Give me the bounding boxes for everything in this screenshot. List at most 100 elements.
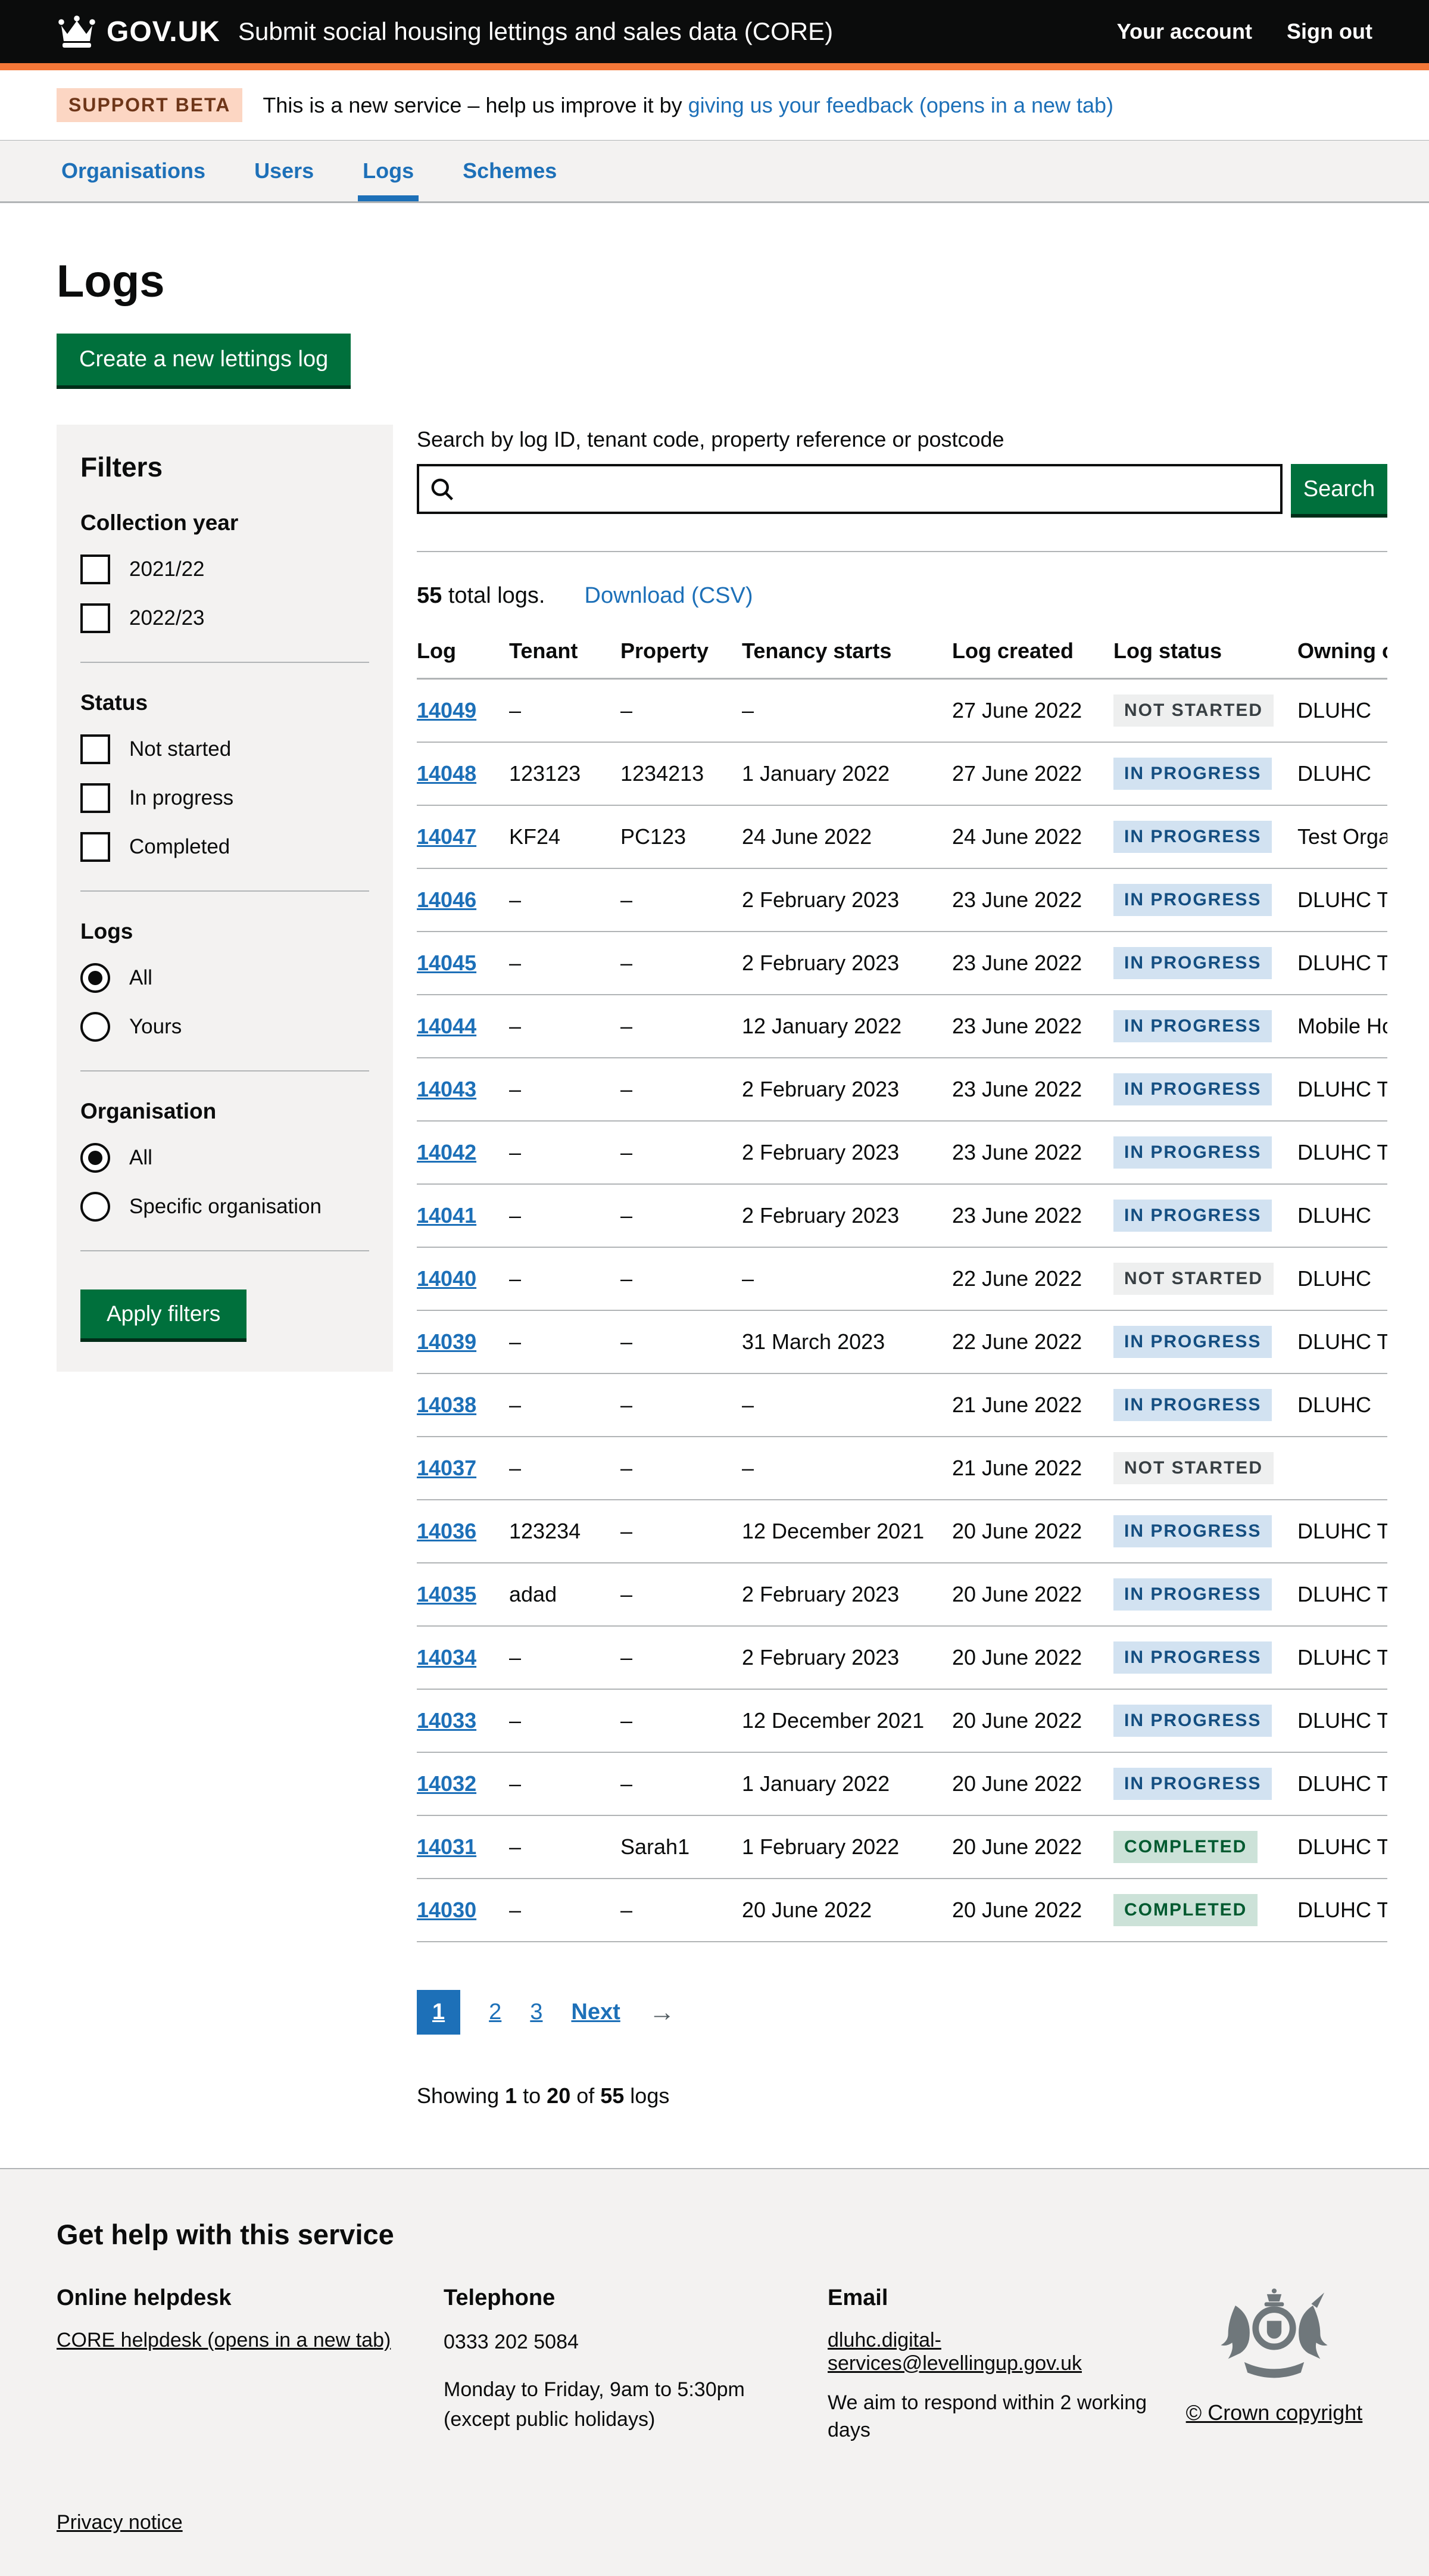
- your-account-link[interactable]: Your account: [1117, 19, 1252, 44]
- pagination-page-2[interactable]: 2: [489, 1999, 501, 2025]
- log-link[interactable]: 14034: [417, 1645, 476, 1669]
- cell-tenancy-starts: 1 January 2022: [742, 1752, 952, 1815]
- option-label: Yours: [129, 1015, 182, 1039]
- search-button[interactable]: Search: [1291, 464, 1387, 514]
- log-link[interactable]: 14036: [417, 1519, 476, 1543]
- create-lettings-log-button[interactable]: Create a new lettings log: [57, 334, 351, 385]
- cell-owning-org: DLUHC: [1297, 1184, 1387, 1247]
- cell-tenancy-starts: 31 March 2023: [742, 1310, 952, 1373]
- log-link[interactable]: 14044: [417, 1014, 476, 1038]
- cell-property: PC123: [620, 805, 742, 868]
- cell-property: –: [620, 1247, 742, 1310]
- cell-log-status: IN PROGRESS: [1113, 1626, 1297, 1689]
- pagination-page-3[interactable]: 3: [530, 1999, 542, 2025]
- feedback-link[interactable]: giving us your feedback (opens in a new …: [688, 93, 1113, 117]
- core-helpdesk-link[interactable]: CORE helpdesk (opens in a new tab): [57, 2329, 391, 2351]
- column-header-owning-organisation: Owning organisation: [1297, 629, 1387, 679]
- cell-log-created: 23 June 2022: [952, 1058, 1113, 1121]
- checkbox-not-started[interactable]: [80, 734, 110, 764]
- log-link[interactable]: 14031: [417, 1834, 476, 1859]
- log-link[interactable]: 14032: [417, 1771, 476, 1796]
- log-link[interactable]: 14033: [417, 1708, 476, 1733]
- results-meta: 55 total logs. Download (CSV): [417, 583, 1387, 609]
- privacy-notice-link[interactable]: Privacy notice: [57, 2511, 183, 2534]
- checkbox-2021-22[interactable]: [80, 555, 110, 584]
- log-link[interactable]: 14049: [417, 698, 476, 722]
- cell-log-id: 14041: [417, 1184, 509, 1247]
- phase-banner-text-before: This is a new service – help us improve …: [263, 93, 688, 117]
- option-logs-all: All: [80, 963, 369, 993]
- filter-divider: [80, 1070, 369, 1071]
- cell-log-status: NOT STARTED: [1113, 1437, 1297, 1500]
- table-row: 14037 – – – 21 June 2022 NOT STARTED: [417, 1437, 1387, 1500]
- email-heading: Email: [828, 2285, 1158, 2311]
- cell-owning-org: DLUHC Tes: [1297, 1058, 1387, 1121]
- status-badge: IN PROGRESS: [1113, 1389, 1272, 1421]
- support-beta-tag: SUPPORT BETA: [57, 88, 242, 122]
- status-badge: COMPLETED: [1113, 1894, 1258, 1926]
- log-link[interactable]: 14030: [417, 1898, 476, 1922]
- total-logs-text: 55 total logs.: [417, 583, 545, 609]
- log-link[interactable]: 14038: [417, 1393, 476, 1417]
- cell-tenancy-starts: 2 February 2023: [742, 1184, 952, 1247]
- status-badge: IN PROGRESS: [1113, 1326, 1272, 1358]
- cell-log-created: 20 June 2022: [952, 1689, 1113, 1752]
- apply-filters-button[interactable]: Apply filters: [80, 1289, 247, 1338]
- checkbox-in-progress[interactable]: [80, 783, 110, 813]
- search-input[interactable]: [417, 464, 1283, 514]
- option-label: 2021/22: [129, 557, 205, 581]
- cell-tenancy-starts: 12 January 2022: [742, 995, 952, 1058]
- log-link[interactable]: 14043: [417, 1077, 476, 1101]
- govuk-header: GOV.UK Submit social housing lettings an…: [0, 0, 1429, 70]
- tab-logs[interactable]: Logs: [358, 141, 419, 201]
- checkbox-2022-23[interactable]: [80, 603, 110, 633]
- cell-property: –: [620, 995, 742, 1058]
- tab-organisations[interactable]: Organisations: [57, 141, 210, 201]
- checkbox-completed[interactable]: [80, 832, 110, 862]
- radio-organisation-specific[interactable]: [80, 1192, 110, 1222]
- radio-organisation-all[interactable]: [80, 1143, 110, 1173]
- cell-owning-org: DLUHC: [1297, 679, 1387, 743]
- log-link[interactable]: 14041: [417, 1203, 476, 1228]
- log-link[interactable]: 14039: [417, 1329, 476, 1354]
- cell-log-status: IN PROGRESS: [1113, 805, 1297, 868]
- log-link[interactable]: 14045: [417, 951, 476, 975]
- tab-schemes[interactable]: Schemes: [458, 141, 561, 201]
- column-header-tenant: Tenant: [509, 629, 620, 679]
- sign-out-link[interactable]: Sign out: [1287, 19, 1372, 44]
- email-link[interactable]: dluhc.digital-services@levellingup.gov.u…: [828, 2329, 1082, 2375]
- cell-log-id: 14040: [417, 1247, 509, 1310]
- download-csv-link[interactable]: Download (CSV): [585, 583, 753, 609]
- showing-total: 55: [600, 2083, 624, 2108]
- log-link[interactable]: 14046: [417, 887, 476, 912]
- table-row: 14041 – – 2 February 2023 23 June 2022 I…: [417, 1184, 1387, 1247]
- pagination-page-1-current[interactable]: 1: [417, 1990, 460, 2035]
- service-name[interactable]: Submit social housing lettings and sales…: [238, 17, 833, 46]
- option-2021-22: 2021/22: [80, 555, 369, 584]
- log-link[interactable]: 14047: [417, 824, 476, 849]
- log-link[interactable]: 14040: [417, 1266, 476, 1291]
- log-link[interactable]: 14042: [417, 1140, 476, 1164]
- cell-tenancy-starts: 1 January 2022: [742, 742, 952, 805]
- log-link[interactable]: 14048: [417, 761, 476, 786]
- pagination-next[interactable]: Next: [571, 1999, 620, 2025]
- tab-users[interactable]: Users: [249, 141, 319, 201]
- status-badge: IN PROGRESS: [1113, 1705, 1272, 1737]
- cell-log-status: IN PROGRESS: [1113, 1184, 1297, 1247]
- cell-log-id: 14042: [417, 1121, 509, 1184]
- radio-logs-all[interactable]: [80, 963, 110, 993]
- status-badge: NOT STARTED: [1113, 1452, 1274, 1484]
- cell-tenancy-starts: 2 February 2023: [742, 1121, 952, 1184]
- log-link[interactable]: 14037: [417, 1456, 476, 1480]
- log-link[interactable]: 14035: [417, 1582, 476, 1606]
- govuk-logo[interactable]: GOV.UK: [57, 15, 220, 48]
- cell-log-status: IN PROGRESS: [1113, 1500, 1297, 1563]
- cell-log-created: 20 June 2022: [952, 1815, 1113, 1879]
- radio-logs-yours[interactable]: [80, 1012, 110, 1042]
- showing-summary: Showing 1 to 20 of 55 logs: [417, 2083, 1387, 2108]
- cell-log-status: IN PROGRESS: [1113, 995, 1297, 1058]
- cell-tenancy-starts: 2 February 2023: [742, 868, 952, 932]
- crown-copyright-link[interactable]: © Crown copyright: [1186, 2400, 1363, 2425]
- cell-tenant: –: [509, 868, 620, 932]
- cell-log-id: 14032: [417, 1752, 509, 1815]
